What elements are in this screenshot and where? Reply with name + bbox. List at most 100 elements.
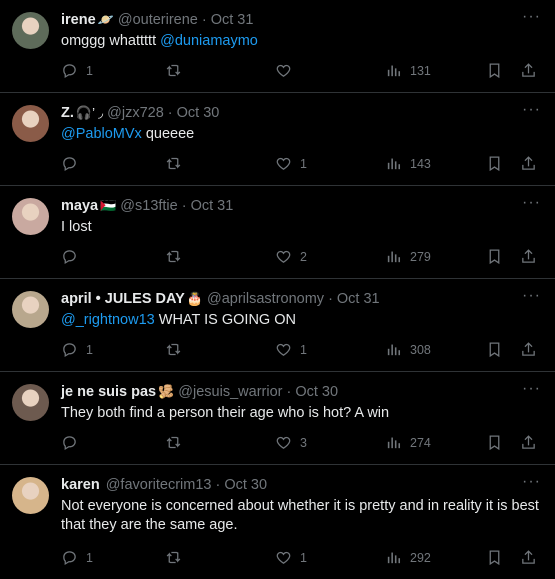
action-bar: 3 274	[61, 434, 541, 452]
views-button[interactable]: 274	[385, 434, 431, 451]
retweet-button[interactable]	[165, 62, 190, 79]
timestamp[interactable]: Oct 31	[211, 11, 254, 29]
user-handle[interactable]: @favoritecrim13	[106, 476, 212, 494]
retweet-icon	[166, 250, 181, 263]
more-options-icon[interactable]: ···	[522, 101, 541, 119]
heart-icon	[276, 436, 291, 449]
bookmark-button[interactable]	[486, 341, 503, 358]
tweet-text: @_rightnow13 WHAT IS GOING ON	[61, 311, 543, 330]
reply-button[interactable]	[61, 434, 86, 451]
share-icon	[522, 342, 535, 356]
tweet-content: maya 🇵🇸 @s13ftie · Oct 31 I lost	[61, 197, 543, 237]
mention-link[interactable]: @_rightnow13	[61, 312, 155, 328]
tweet-text: I lost	[61, 218, 543, 237]
views-button[interactable]: 131	[385, 62, 431, 79]
timestamp[interactable]: Oct 30	[295, 383, 338, 401]
bookmark-button[interactable]	[486, 155, 503, 172]
share-button[interactable]	[520, 62, 537, 79]
avatar[interactable]	[12, 198, 49, 235]
reply-button[interactable]	[61, 248, 86, 265]
tweet[interactable]: april • JULES DAY 🎂 @aprilsastronomy · O…	[0, 279, 555, 372]
user-handle[interactable]: @jesuis_warrior	[178, 383, 282, 401]
timestamp[interactable]: Oct 30	[224, 476, 267, 494]
display-name[interactable]: april • JULES DAY	[61, 290, 185, 308]
like-count: 1	[300, 342, 307, 357]
view-count: 308	[410, 342, 431, 357]
share-button[interactable]	[520, 155, 537, 172]
like-button[interactable]: 1	[275, 155, 307, 172]
user-handle[interactable]: @outerirene	[118, 11, 198, 29]
bookmark-button[interactable]	[486, 434, 503, 451]
user-handle[interactable]: @s13ftie	[120, 197, 177, 215]
views-button[interactable]: 279	[385, 248, 431, 265]
reply-button[interactable]: 1	[61, 62, 93, 79]
avatar[interactable]	[12, 477, 49, 514]
retweet-button[interactable]	[165, 248, 190, 265]
tweet[interactable]: irene 🪐 @outerirene · Oct 31 omggg whatt…	[0, 0, 555, 93]
views-button[interactable]: 292	[385, 549, 431, 566]
retweet-button[interactable]	[165, 341, 190, 358]
tweet[interactable]: maya 🇵🇸 @s13ftie · Oct 31 I lost ··· 2 2…	[0, 186, 555, 279]
bookmark-icon	[489, 435, 500, 451]
user-handle[interactable]: @jzx728	[107, 104, 164, 122]
action-bar: 1 131	[61, 62, 541, 80]
share-button[interactable]	[520, 248, 537, 265]
display-name[interactable]: irene	[61, 11, 96, 29]
avatar[interactable]	[12, 105, 49, 142]
heart-icon	[276, 64, 291, 77]
share-button[interactable]	[520, 341, 537, 358]
reply-count: 1	[86, 342, 93, 357]
like-button[interactable]: 3	[275, 434, 307, 451]
user-handle[interactable]: @aprilsastronomy	[207, 290, 324, 308]
views-button[interactable]: 308	[385, 341, 431, 358]
view-count: 274	[410, 435, 431, 450]
share-button[interactable]	[520, 549, 537, 566]
name-emoji: 🫚	[158, 384, 175, 399]
bookmark-button[interactable]	[486, 62, 503, 79]
tweet-text-part: WHAT IS GOING ON	[158, 312, 296, 328]
display-name[interactable]: Z.	[61, 104, 74, 122]
more-options-icon[interactable]: ···	[522, 194, 541, 212]
more-options-icon[interactable]: ···	[522, 287, 541, 305]
like-button[interactable]	[275, 62, 300, 79]
timestamp[interactable]: Oct 31	[337, 290, 380, 308]
bookmark-button[interactable]	[486, 248, 503, 265]
reply-button[interactable]	[61, 155, 86, 172]
more-options-icon[interactable]: ···	[522, 380, 541, 398]
avatar[interactable]	[12, 12, 49, 49]
heart-icon	[276, 250, 291, 263]
tweet-header: april • JULES DAY 🎂 @aprilsastronomy · O…	[61, 290, 543, 308]
retweet-button[interactable]	[165, 434, 190, 451]
like-button[interactable]: 1	[275, 341, 307, 358]
display-name[interactable]: maya	[61, 197, 98, 215]
display-name[interactable]: je ne suis pas	[61, 383, 156, 401]
more-options-icon[interactable]: ···	[522, 8, 541, 26]
reply-icon	[63, 157, 76, 172]
like-button[interactable]: 1	[275, 549, 307, 566]
reply-button[interactable]: 1	[61, 549, 93, 566]
share-button[interactable]	[520, 434, 537, 451]
like-button[interactable]: 2	[275, 248, 307, 265]
bookmark-button[interactable]	[486, 549, 503, 566]
avatar[interactable]	[12, 384, 49, 421]
reply-button[interactable]: 1	[61, 341, 93, 358]
tweet-header: maya 🇵🇸 @s13ftie · Oct 31	[61, 197, 543, 215]
avatar[interactable]	[12, 291, 49, 328]
views-button[interactable]: 143	[385, 155, 431, 172]
retweet-button[interactable]	[165, 549, 190, 566]
timeline-feed: irene 🪐 @outerirene · Oct 31 omggg whatt…	[0, 0, 555, 579]
mention-link[interactable]: @PabloMVx	[61, 126, 142, 142]
timestamp[interactable]: Oct 30	[177, 104, 220, 122]
display-name[interactable]: karen	[61, 476, 100, 494]
share-icon	[522, 249, 535, 263]
tweet[interactable]: karen @favoritecrim13 · Oct 30 Not every…	[0, 465, 555, 579]
tweet-text-part: queeee	[145, 126, 195, 142]
more-options-icon[interactable]: ···	[522, 473, 541, 491]
view-count: 131	[410, 63, 431, 78]
retweet-button[interactable]	[165, 155, 190, 172]
tweet[interactable]: je ne suis pas 🫚 @jesuis_warrior · Oct 3…	[0, 372, 555, 465]
tweet[interactable]: Z. 🎧’ ◞ @jzx728 · Oct 30 @PabloMVx queee…	[0, 93, 555, 186]
timestamp[interactable]: Oct 31	[191, 197, 234, 215]
bookmark-icon	[489, 156, 500, 172]
mention-link[interactable]: @duniamaymo	[160, 33, 258, 49]
